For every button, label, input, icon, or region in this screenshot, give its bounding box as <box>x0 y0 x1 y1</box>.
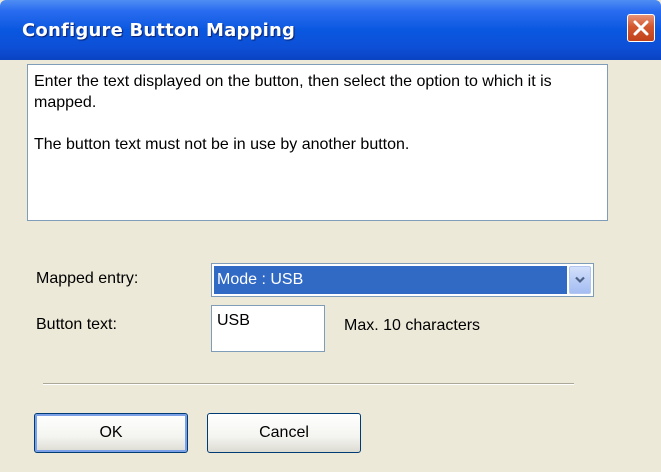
ok-button[interactable]: OK <box>34 413 188 453</box>
button-text-label: Button text: <box>36 316 117 333</box>
dialog-title: Configure Button Mapping <box>22 20 296 41</box>
mapped-entry-value: Mode : USB <box>214 266 567 294</box>
instructions-warning: The button text must not be in use by an… <box>34 136 410 153</box>
dialog-window: Configure Button Mapping Enter the text … <box>0 0 661 472</box>
separator <box>43 383 574 385</box>
mapped-entry-select[interactable]: Mode : USB <box>211 263 594 297</box>
dropdown-button[interactable] <box>569 266 591 294</box>
button-text-input[interactable]: USB <box>211 305 325 352</box>
chevron-down-icon <box>575 276 585 284</box>
instructions-box: Enter the text displayed on the button, … <box>27 64 608 221</box>
mapped-entry-label: Mapped entry: <box>36 270 139 287</box>
cancel-button[interactable]: Cancel <box>207 413 361 453</box>
button-text-hint: Max. 10 characters <box>344 317 481 334</box>
close-button[interactable] <box>627 14 655 42</box>
close-icon <box>633 20 649 36</box>
instructions-text: Enter the text displayed on the button, … <box>34 73 552 111</box>
title-bar[interactable]: Configure Button Mapping <box>0 0 661 60</box>
